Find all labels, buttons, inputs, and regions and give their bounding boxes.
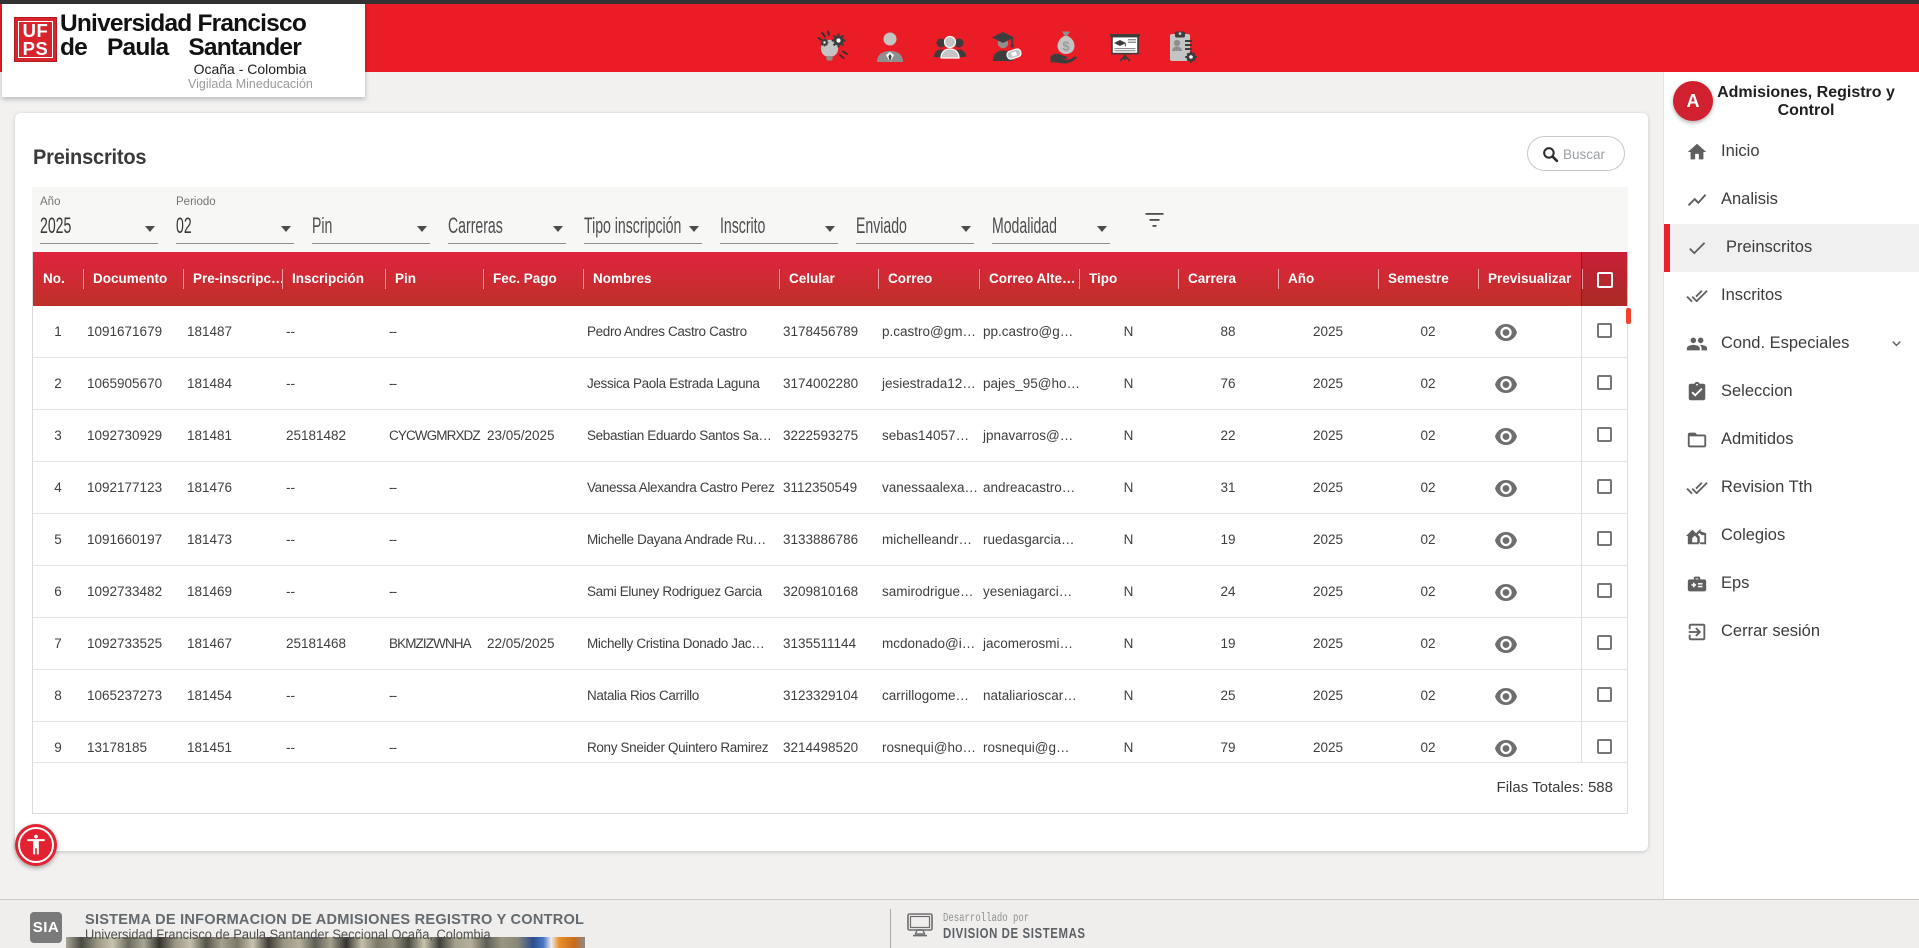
svg-text:$: $: [1062, 39, 1070, 54]
